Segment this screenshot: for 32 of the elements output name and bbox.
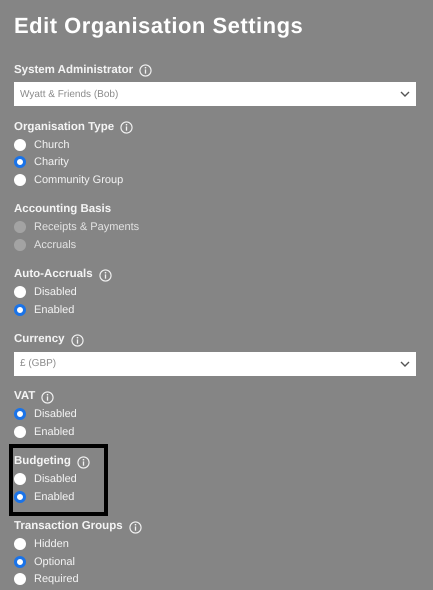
chevron-down-icon xyxy=(400,360,410,366)
dropdown-field[interactable]: Wyatt & Friends (Bob) xyxy=(14,82,416,106)
info-icon[interactable] xyxy=(70,334,84,346)
section-label: Auto-Accruals xyxy=(14,267,93,282)
info-icon[interactable] xyxy=(98,268,112,282)
section-label: VAT xyxy=(14,389,36,404)
radio-option[interactable]: Church xyxy=(14,136,433,154)
radio-option[interactable]: Disabled xyxy=(14,284,433,301)
radio-option[interactable]: Enabled xyxy=(14,423,433,440)
radio-option[interactable]: Enabled xyxy=(14,488,104,506)
info-icon[interactable] xyxy=(128,520,142,534)
radio-option[interactable]: Enabled xyxy=(14,301,433,318)
info-icon[interactable] xyxy=(139,64,152,77)
section-label: System Administrator xyxy=(14,62,134,78)
section-label: Transaction Groups xyxy=(14,519,123,534)
page-title: Edit Organisation Settings xyxy=(14,12,304,40)
section-label: Currency xyxy=(14,332,64,348)
radio-option[interactable]: Disabled xyxy=(14,406,433,423)
radio-option[interactable]: Required xyxy=(14,570,433,588)
radio-option[interactable]: Optional xyxy=(14,553,433,570)
info-icon[interactable] xyxy=(41,390,54,404)
section-label: Accounting Basis xyxy=(14,202,112,218)
radio-option[interactable]: Charity xyxy=(14,154,433,171)
radio-option[interactable]: Hidden xyxy=(14,536,433,553)
dropdown-field[interactable]: £ (GBP) xyxy=(14,352,416,376)
info-icon[interactable] xyxy=(76,456,90,468)
chevron-down-icon xyxy=(400,91,410,97)
section-label: Organisation Type xyxy=(14,120,114,135)
section-label: Budgeting xyxy=(14,454,71,470)
radio-option[interactable]: Community Group xyxy=(14,171,433,188)
info-icon[interactable] xyxy=(120,121,134,134)
radio-option[interactable]: Disabled xyxy=(14,470,104,488)
